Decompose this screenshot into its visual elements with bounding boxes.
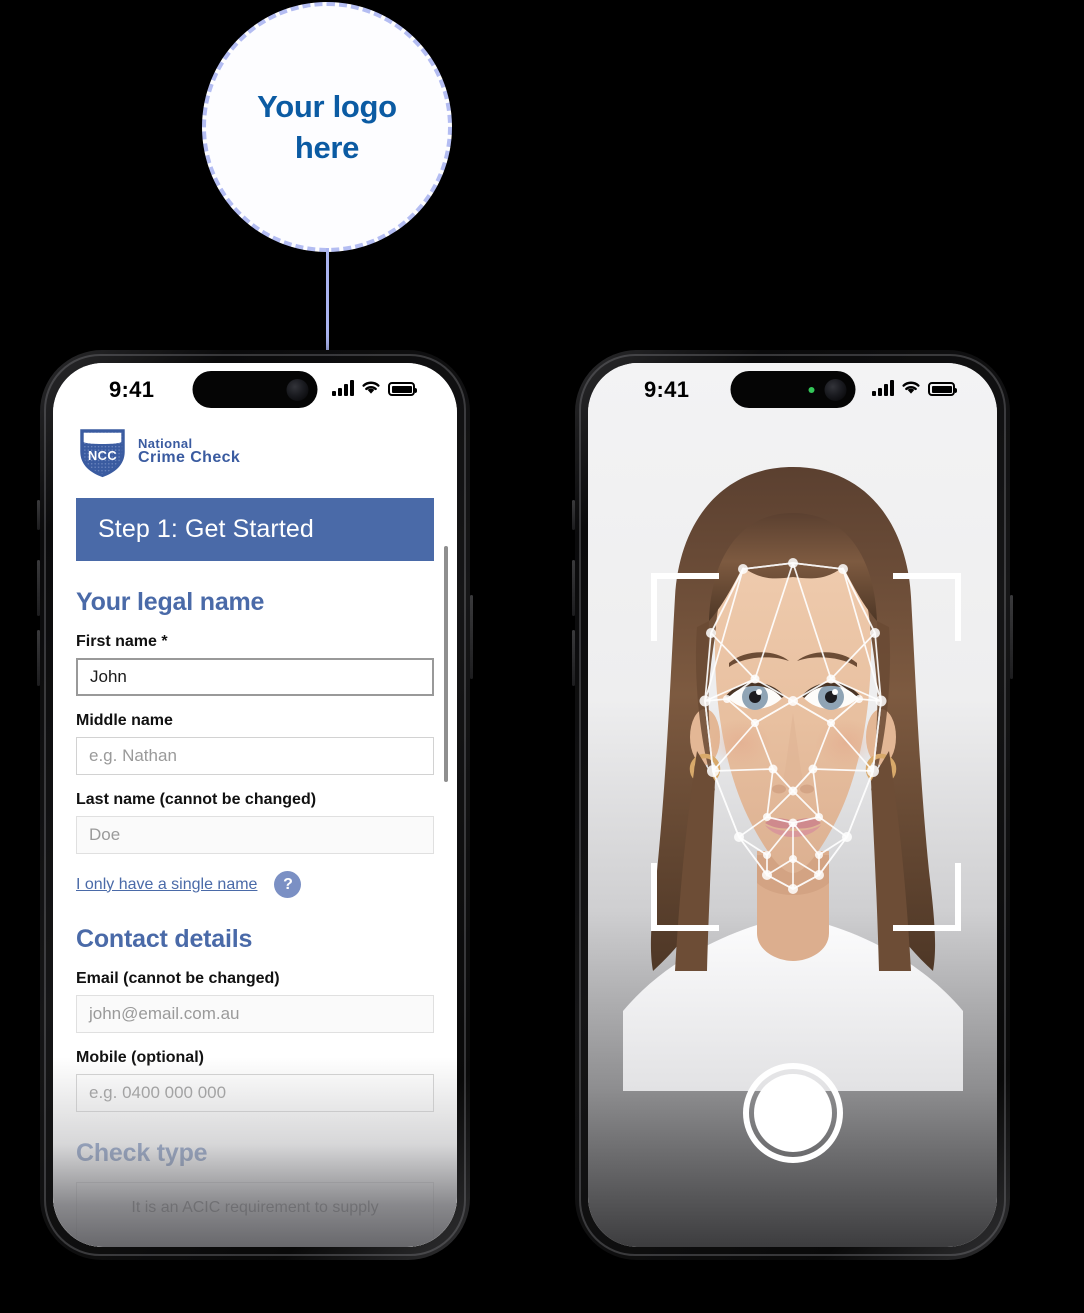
dynamic-island xyxy=(192,371,318,408)
acic-requirement-note: It is an ACIC requirement to supply xyxy=(131,1199,379,1216)
status-icons-right xyxy=(872,379,957,396)
cellular-bars-icon-right xyxy=(872,379,894,396)
single-name-link[interactable]: I only have a single name xyxy=(76,876,257,894)
field-mobile: Mobile (optional) e.g. 0400 000 000 xyxy=(76,1049,434,1112)
mute-switch[interactable] xyxy=(37,500,40,530)
status-bar-left: 9:41 xyxy=(53,363,457,419)
dynamic-island-right xyxy=(730,371,855,408)
input-middle-name[interactable]: e.g. Nathan xyxy=(76,737,434,775)
green-camera-dot xyxy=(808,386,814,393)
face-capture-screen: 9:41 xyxy=(588,363,997,1247)
step-banner-label: Step 1: Get Started xyxy=(98,515,314,543)
field-last-name: Last name (cannot be changed) Doe xyxy=(76,791,434,854)
shield-icon: NCC xyxy=(76,425,129,478)
ncc-shield-logo: NCC National Crime Check xyxy=(76,425,240,478)
form-scroll-region[interactable]: Step 1: Get Started Your legal name Firs… xyxy=(53,482,457,1247)
status-time-right: 9:41 xyxy=(644,377,690,402)
step-banner: Step 1: Get Started xyxy=(76,498,434,561)
battery-icon-right xyxy=(928,382,957,396)
front-camera-icon-right xyxy=(824,378,846,401)
volume-up-button[interactable] xyxy=(37,560,40,616)
label-email: Email (cannot be changed) xyxy=(76,970,280,987)
single-name-row: I only have a single name ? xyxy=(76,871,434,898)
scrollbar-thumb[interactable] xyxy=(444,546,448,782)
section-heading-legal-name: Your legal name xyxy=(76,588,265,616)
field-first-name: First name * John xyxy=(76,633,434,696)
power-button[interactable] xyxy=(470,595,473,679)
bracket-top-left xyxy=(651,573,719,641)
status-icons xyxy=(332,379,417,396)
svg-text:NCC: NCC xyxy=(88,448,117,463)
logo-placeholder-line2: here xyxy=(294,130,360,165)
volume-down-button-right[interactable] xyxy=(572,630,575,686)
status-bar-right: 9:41 xyxy=(588,363,997,419)
logo-placeholder-text: Your logo here xyxy=(257,86,397,168)
label-middle-name: Middle name xyxy=(76,712,173,729)
wifi-icon xyxy=(362,381,380,394)
field-middle-name: Middle name e.g. Nathan xyxy=(76,712,434,775)
capture-shutter-button[interactable] xyxy=(742,1063,843,1163)
input-mobile[interactable]: e.g. 0400 000 000 xyxy=(76,1074,434,1112)
app-header: NCC National Crime Check xyxy=(53,419,457,482)
input-email: john@email.com.au xyxy=(76,995,434,1033)
power-button-right[interactable] xyxy=(1010,595,1013,679)
input-last-name: Doe xyxy=(76,816,434,854)
mute-switch-right[interactable] xyxy=(572,500,575,530)
volume-up-button-right[interactable] xyxy=(572,560,575,616)
front-camera-icon xyxy=(286,378,309,401)
cellular-bars-icon xyxy=(332,379,354,396)
wordmark-line-2: Crime Check xyxy=(138,448,241,466)
section-heading-check-type: Check type xyxy=(76,1139,208,1167)
volume-down-button[interactable] xyxy=(37,630,40,686)
bracket-bottom-left xyxy=(651,863,719,931)
shutter-inner-circle xyxy=(753,1074,832,1152)
section-heading-contact-details: Contact details xyxy=(76,925,253,953)
phone-left-screen: 9:41 NCC National Crime Check Step 1: Ge… xyxy=(53,363,457,1247)
input-first-name[interactable]: John xyxy=(76,658,434,696)
bracket-top-right xyxy=(893,573,961,641)
label-mobile: Mobile (optional) xyxy=(76,1049,204,1066)
phone-right-screen: 9:41 xyxy=(588,363,997,1247)
question-mark-icon[interactable]: ? xyxy=(274,871,302,898)
logo-placeholder-badge: Your logo here xyxy=(202,2,452,252)
vertical-scrollbar[interactable] xyxy=(444,363,448,1247)
wordmark-line-1: National xyxy=(138,435,193,451)
wifi-icon-right xyxy=(902,381,920,394)
check-type-box[interactable]: It is an ACIC requirement to supply xyxy=(76,1182,434,1247)
battery-icon xyxy=(388,382,417,396)
phone-left-form: 9:41 NCC National Crime Check Step 1: Ge… xyxy=(37,350,473,1260)
phone-right-camera: 9:41 xyxy=(572,350,1013,1260)
field-email: Email (cannot be changed) john@email.com… xyxy=(76,970,434,1033)
logo-wordmark: National Crime Check xyxy=(138,435,241,467)
focus-corner-brackets xyxy=(651,573,961,931)
label-first-name: First name * xyxy=(76,633,168,650)
status-time: 9:41 xyxy=(109,377,155,402)
logo-placeholder-line1: Your logo xyxy=(257,88,397,124)
bracket-bottom-right xyxy=(893,863,961,931)
ncc-application-form: 9:41 NCC National Crime Check Step 1: Ge… xyxy=(53,363,457,1247)
label-last-name: Last name (cannot be changed) xyxy=(76,791,317,808)
